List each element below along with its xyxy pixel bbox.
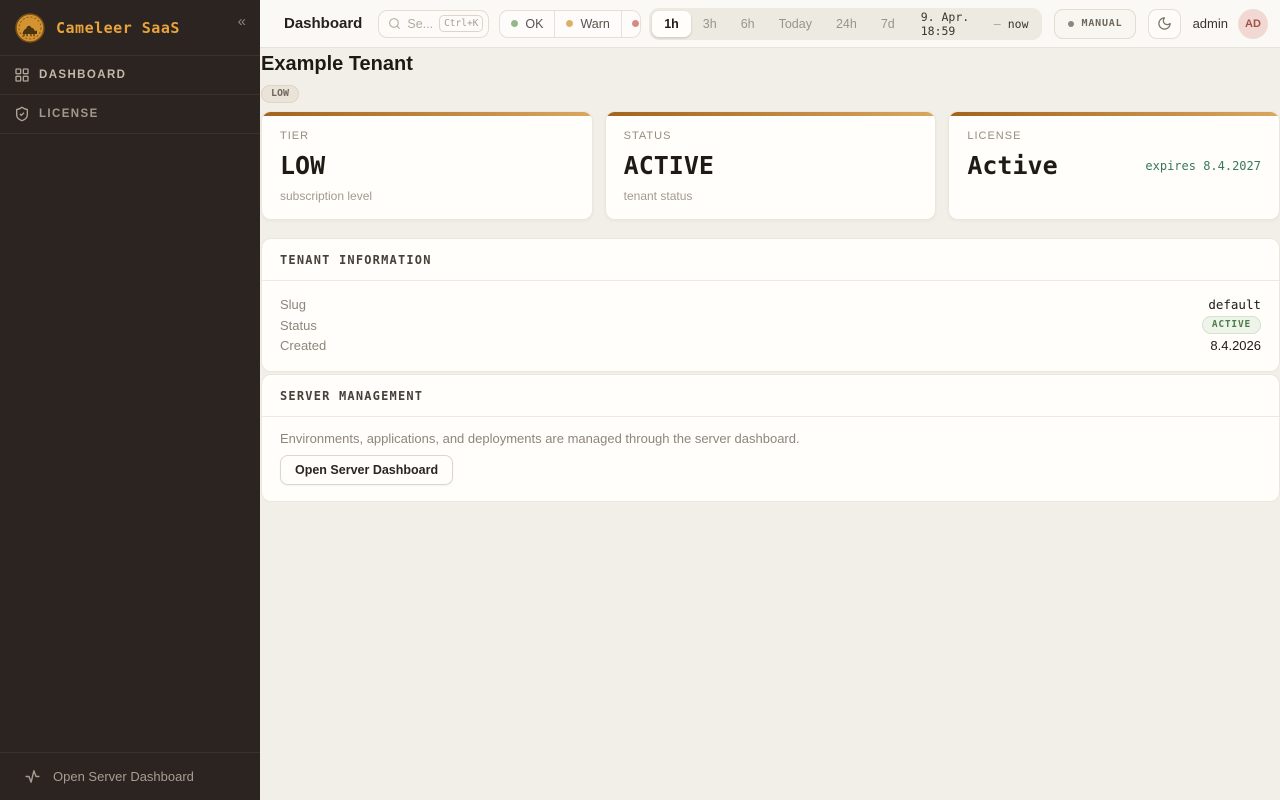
main-content: Example Tenant LOW TIER LOW subscription… — [260, 48, 1280, 800]
license-expiry: expires 8.4.2027 — [1145, 159, 1261, 173]
time-range-selector: 1h 3h 6h Today 24h 7d 9. Apr. 18:59 — no… — [649, 8, 1041, 40]
main-column: Dashboard Se... Ctrl+K OK Warn 1h 3h — [260, 0, 1280, 800]
search-placeholder: Se... — [407, 17, 433, 31]
search-icon — [388, 17, 401, 30]
card-value: LOW — [280, 151, 325, 180]
tenant-information-panel: TENANT INFORMATION Slug default Status A… — [261, 238, 1280, 372]
license-card: LICENSE Active expires 8.4.2027 — [948, 111, 1280, 220]
status-badge: ACTIVE — [1202, 316, 1261, 334]
time-window-display[interactable]: 9. Apr. 18:59 — now — [907, 10, 1039, 38]
warn-status-dot-icon — [566, 20, 573, 27]
status-filter-label: Warn — [580, 17, 609, 31]
panel-title: TENANT INFORMATION — [262, 239, 1279, 281]
time-range-3h[interactable]: 3h — [691, 11, 729, 37]
time-range-6h[interactable]: 6h — [729, 11, 767, 37]
refresh-mode-label: MANUAL — [1082, 18, 1123, 29]
dark-mode-toggle[interactable] — [1148, 9, 1180, 39]
sidebar-nav: DASHBOARD LICENSE — [0, 55, 260, 134]
user-menu: admin AD — [1193, 9, 1268, 39]
time-range-1h[interactable]: 1h — [652, 11, 691, 37]
time-window-end: now — [1008, 17, 1029, 31]
sidebar-item-label: LICENSE — [39, 108, 99, 120]
panel-title: SERVER MANAGEMENT — [262, 375, 1279, 417]
sidebar-footer-label: Open Server Dashboard — [53, 769, 194, 784]
status-filter-label: OK — [525, 17, 543, 31]
info-label: Slug — [280, 297, 306, 312]
sidebar-item-license[interactable]: LICENSE — [0, 95, 260, 134]
page-breadcrumb-title: Dashboard — [284, 15, 362, 32]
server-management-description: Environments, applications, and deployme… — [280, 431, 1261, 446]
info-value: default — [1208, 297, 1261, 312]
sidebar-open-server-dashboard[interactable]: Open Server Dashboard — [0, 752, 260, 800]
sidebar: Cameleer SaaS « DASHBOARD LICENSE Open S… — [0, 0, 260, 800]
status-filter-error[interactable] — [622, 11, 641, 37]
ok-status-dot-icon — [511, 20, 518, 27]
tier-badge: LOW — [261, 85, 299, 103]
sidebar-header: Cameleer SaaS « — [0, 0, 260, 55]
card-caption — [967, 189, 1261, 203]
card-caption: subscription level — [280, 189, 574, 203]
activity-pulse-icon — [24, 768, 41, 785]
avatar[interactable]: AD — [1238, 9, 1268, 39]
server-management-panel: SERVER MANAGEMENT Environments, applicat… — [261, 374, 1280, 502]
brand-name: Cameleer SaaS — [56, 12, 224, 37]
moon-icon — [1157, 16, 1172, 31]
status-filter-ok[interactable]: OK — [500, 11, 555, 37]
card-label: STATUS — [624, 130, 918, 142]
info-row-created: Created 8.4.2026 — [280, 336, 1261, 355]
time-range-7d[interactable]: 7d — [869, 11, 907, 37]
time-range-24h[interactable]: 24h — [824, 11, 869, 37]
summary-cards: TIER LOW subscription level STATUS ACTIV… — [261, 111, 1280, 220]
card-value: ACTIVE — [624, 151, 714, 180]
info-row-slug: Slug default — [280, 295, 1261, 314]
info-value: 8.4.2026 — [1210, 338, 1261, 353]
time-range-today[interactable]: Today — [767, 11, 824, 37]
status-filter-group: OK Warn — [499, 10, 641, 38]
sidebar-item-dashboard[interactable]: DASHBOARD — [0, 56, 260, 95]
info-row-status: Status ACTIVE — [280, 314, 1261, 336]
dashboard-grid-icon — [14, 67, 30, 83]
refresh-mode-dot-icon — [1068, 21, 1074, 27]
card-label: TIER — [280, 130, 574, 142]
card-caption: tenant status — [624, 189, 918, 203]
sidebar-item-label: DASHBOARD — [39, 69, 126, 81]
error-status-dot-icon — [632, 20, 639, 27]
tier-card: TIER LOW subscription level — [261, 111, 593, 220]
search-input[interactable]: Se... Ctrl+K — [378, 10, 489, 38]
card-label: LICENSE — [967, 130, 1261, 142]
info-label: Status — [280, 318, 317, 333]
open-server-dashboard-button[interactable]: Open Server Dashboard — [280, 455, 453, 485]
status-card: STATUS ACTIVE tenant status — [605, 111, 937, 220]
sidebar-collapse-button[interactable]: « — [234, 12, 250, 31]
page-title: Example Tenant — [261, 53, 1280, 76]
card-value: Active — [967, 151, 1057, 180]
topbar: Dashboard Se... Ctrl+K OK Warn 1h 3h — [260, 0, 1280, 48]
info-label: Created — [280, 338, 326, 353]
status-filter-warn[interactable]: Warn — [555, 11, 621, 37]
time-window-start: 9. Apr. 18:59 — [921, 10, 987, 38]
user-name: admin — [1193, 16, 1228, 31]
shield-check-icon — [14, 106, 30, 122]
search-shortcut-badge: Ctrl+K — [439, 15, 483, 32]
time-window-separator: — — [994, 17, 1001, 31]
refresh-mode-button[interactable]: MANUAL — [1054, 9, 1137, 39]
camel-logo-icon — [14, 12, 46, 44]
